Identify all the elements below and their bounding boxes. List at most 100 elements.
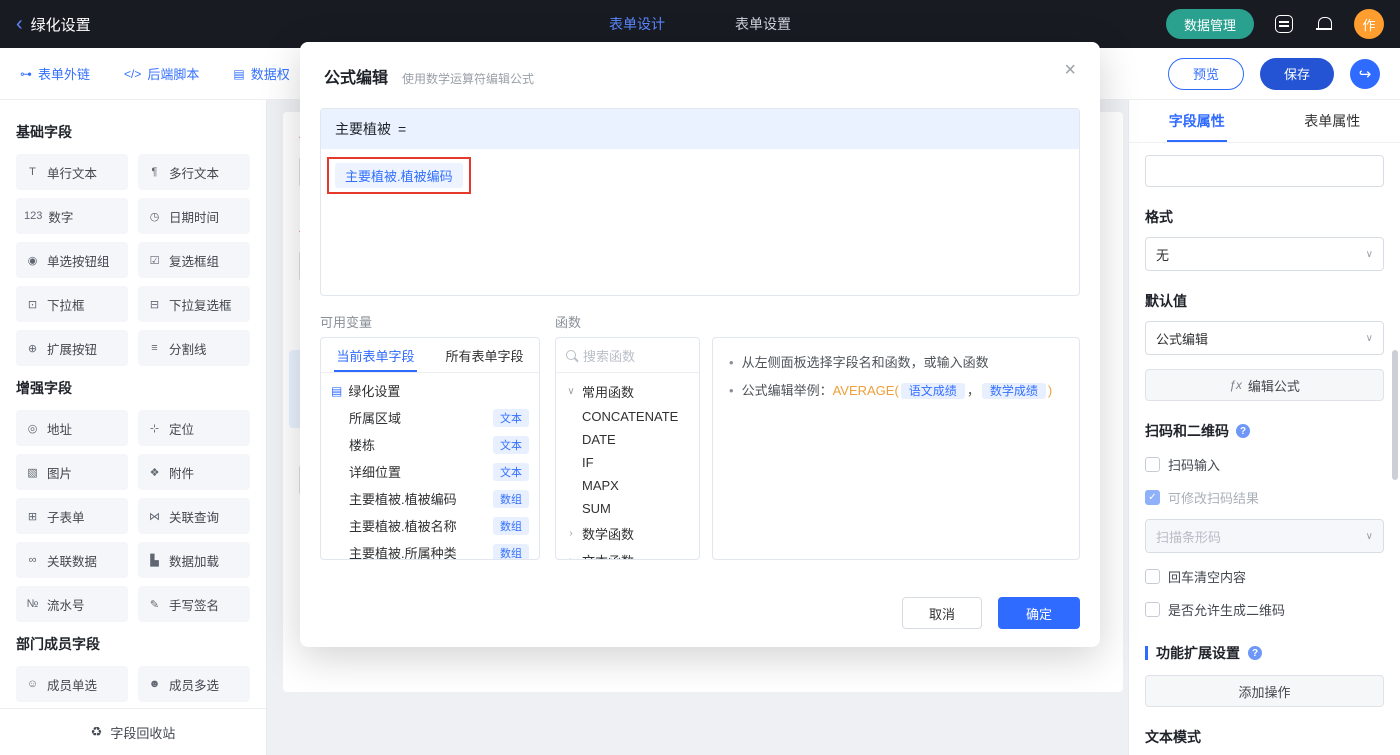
variable-row[interactable]: 所属区域 文本 [321, 404, 539, 431]
back-chevron-icon: ‹ [16, 13, 23, 35]
field-address[interactable]: ◎ 地址 [16, 410, 128, 446]
field-label: 附件 [169, 466, 195, 481]
variable-row[interactable]: 楼栋 文本 [321, 431, 539, 458]
chevron-right-icon: › [566, 555, 576, 559]
variables-tree-root[interactable]: ▤ 绿化设置 [321, 373, 539, 404]
panel-scrollbar-thumb[interactable] [1392, 350, 1398, 480]
add-action-button[interactable]: 添加操作 [1145, 675, 1384, 707]
field-member-single[interactable]: ☺ 成员单选 [16, 666, 128, 702]
tab-field-properties[interactable]: 字段属性 [1129, 100, 1265, 142]
enter-clear-checkbox-row[interactable]: 回车清空内容 [1145, 567, 1384, 586]
formula-variable-tag[interactable]: 主要植被.植被编码 [335, 163, 463, 188]
notification-bell-icon[interactable] [1314, 14, 1334, 34]
variable-row[interactable]: 主要植被.所属种类 数组 [321, 539, 539, 559]
field-member-multi[interactable]: ☻ 成员多选 [138, 666, 250, 702]
help-question-icon[interactable]: ? [1248, 646, 1262, 660]
field-label: 手写签名 [169, 598, 220, 613]
variable-row[interactable]: 主要植被.植被编码 数组 [321, 485, 539, 512]
example-tag-chinese-score[interactable]: 语文成绩 [900, 383, 965, 400]
function-group-common[interactable]: ∨ 常用函数 [556, 378, 699, 405]
field-subform[interactable]: ⊞ 子表单 [16, 498, 128, 534]
extension-section-header: 功能扩展设置 ? [1145, 643, 1384, 663]
field-signature[interactable]: ✎ 手写签名 [138, 586, 250, 622]
formula-body[interactable]: 主要植被.植被编码 [321, 149, 1079, 202]
field-serial-number[interactable]: № 流水号 [16, 586, 128, 622]
field-number[interactable]: 123 数字 [16, 198, 128, 234]
cancel-button[interactable]: 取消 [901, 597, 982, 629]
confirm-button[interactable]: 确定 [997, 597, 1080, 629]
tab-form-design[interactable]: 表单设计 [609, 14, 665, 34]
formula-editor[interactable]: 主要植被 = 主要植被.植被编码 [320, 108, 1080, 296]
field-datetime[interactable]: ◷ 日期时间 [138, 198, 250, 234]
share-button[interactable]: ↪ [1350, 58, 1380, 89]
data-manage-button[interactable]: 数据管理 [1165, 9, 1254, 39]
function-group-math[interactable]: › 数学函数 [556, 520, 699, 547]
data-permission-link[interactable]: ▤ 数据权 [233, 64, 289, 83]
field-palette-sidebar: 基础字段 T 单行文本 ¶ 多行文本 123 数字 ◷ 日期时间 ◉ 单选按钮组 ☑ 复选框… [0, 100, 267, 755]
checkbox-unchecked-icon[interactable] [1145, 569, 1160, 584]
preview-button[interactable]: 预览 [1167, 57, 1244, 90]
datetime-icon: ◷ [149, 210, 160, 223]
share-icon: ↪ [1358, 65, 1372, 83]
subform-icon: ⊞ [27, 510, 38, 523]
field-radio-group[interactable]: ◉ 单选按钮组 [16, 242, 128, 278]
tab-form-properties[interactable]: 表单属性 [1265, 100, 1400, 142]
field-label: 数据加载 [169, 554, 220, 569]
function-item[interactable]: MAPX [556, 474, 699, 497]
function-search[interactable]: 搜索函数 [556, 338, 699, 373]
field-label: 关联数据 [47, 554, 98, 569]
field-checkbox-group[interactable]: ☑ 复选框组 [138, 242, 250, 278]
field-label: 下拉框 [47, 298, 85, 313]
tab-form-settings[interactable]: 表单设置 [735, 14, 791, 34]
field-multi-line-text[interactable]: ¶ 多行文本 [138, 154, 250, 190]
script-icon: </> [124, 66, 142, 81]
modal-subtitle: 使用数学运算符编辑公式 [402, 72, 535, 86]
tab-all-form-fields[interactable]: 所有表单字段 [430, 338, 539, 372]
field-image[interactable]: ▧ 图片 [16, 454, 128, 490]
field-attachment[interactable]: ❖ 附件 [138, 454, 250, 490]
variable-row[interactable]: 主要植被.植被名称 数组 [321, 512, 539, 539]
variables-panel: 当前表单字段 所有表单字段 ▤ 绿化设置 所属区域 文本 楼栋 文本 详细位置 文本 … [320, 337, 540, 560]
example-tag-math-score[interactable]: 数学成绩 [981, 383, 1046, 400]
field-recycle-bin[interactable]: ♻ 字段回收站 [0, 708, 266, 755]
field-divider[interactable]: ≡ 分割线 [138, 330, 250, 366]
tab-current-form-fields[interactable]: 当前表单字段 [321, 338, 430, 372]
close-icon[interactable]: × [1064, 60, 1076, 80]
backend-script-link[interactable]: </> 后端脚本 [124, 64, 199, 83]
checkbox-checked-icon[interactable]: ✓ [1145, 490, 1160, 505]
default-value-select[interactable]: 公式编辑 ∨ [1145, 321, 1384, 355]
field-location[interactable]: ⊹ 定位 [138, 410, 250, 446]
checkbox-unchecked-icon[interactable] [1145, 602, 1160, 617]
function-item[interactable]: CONCATENATE [556, 405, 699, 428]
help-question-icon[interactable]: ? [1236, 424, 1250, 438]
qr-allow-checkbox-row[interactable]: 是否允许生成二维码 [1145, 600, 1384, 619]
multi-select-icon: ⊟ [149, 298, 160, 311]
field-linked-data[interactable]: ∞ 关联数据 [16, 542, 128, 578]
barcode-select-disabled[interactable]: 扫描条形码 ∨ [1145, 519, 1384, 553]
save-button[interactable]: 保存 [1259, 57, 1334, 90]
field-label: 日期时间 [169, 210, 220, 225]
back-button[interactable]: ‹ 绿化设置 [16, 14, 91, 35]
field-data-load[interactable]: ▙ 数据加载 [138, 542, 250, 578]
function-item[interactable]: DATE [556, 428, 699, 451]
form-external-link[interactable]: ⊶ 表单外链 [20, 64, 90, 83]
variable-row[interactable]: 详细位置 文本 [321, 458, 539, 485]
field-name-input[interactable] [1145, 155, 1384, 187]
function-group-text[interactable]: › 文本函数 [556, 547, 699, 559]
scan-input-checkbox-row[interactable]: 扫码输入 [1145, 455, 1384, 474]
field-extend-button[interactable]: ⊕ 扩展按钮 [16, 330, 128, 366]
field-lookup-query[interactable]: ⋈ 关联查询 [138, 498, 250, 534]
modal-title: 公式编辑 [324, 70, 389, 87]
field-multi-select[interactable]: ⊟ 下拉复选框 [138, 286, 250, 322]
function-item[interactable]: SUM [556, 497, 699, 520]
function-item[interactable]: IF [556, 451, 699, 474]
edit-formula-button[interactable]: ƒx 编辑公式 [1145, 369, 1384, 401]
format-select[interactable]: 无 ∨ [1145, 237, 1384, 271]
checkbox-unchecked-icon[interactable] [1145, 457, 1160, 472]
avatar[interactable]: 作 [1354, 9, 1384, 39]
functions-panel: 搜索函数 ∨ 常用函数 CONCATENATE DATE IF MAPX SUM… [555, 337, 700, 560]
app-switcher-icon[interactable] [1274, 14, 1294, 34]
scan-editable-checkbox-row[interactable]: ✓ 可修改扫码结果 [1145, 488, 1384, 507]
field-select[interactable]: ⊡ 下拉框 [16, 286, 128, 322]
field-single-line-text[interactable]: T 单行文本 [16, 154, 128, 190]
